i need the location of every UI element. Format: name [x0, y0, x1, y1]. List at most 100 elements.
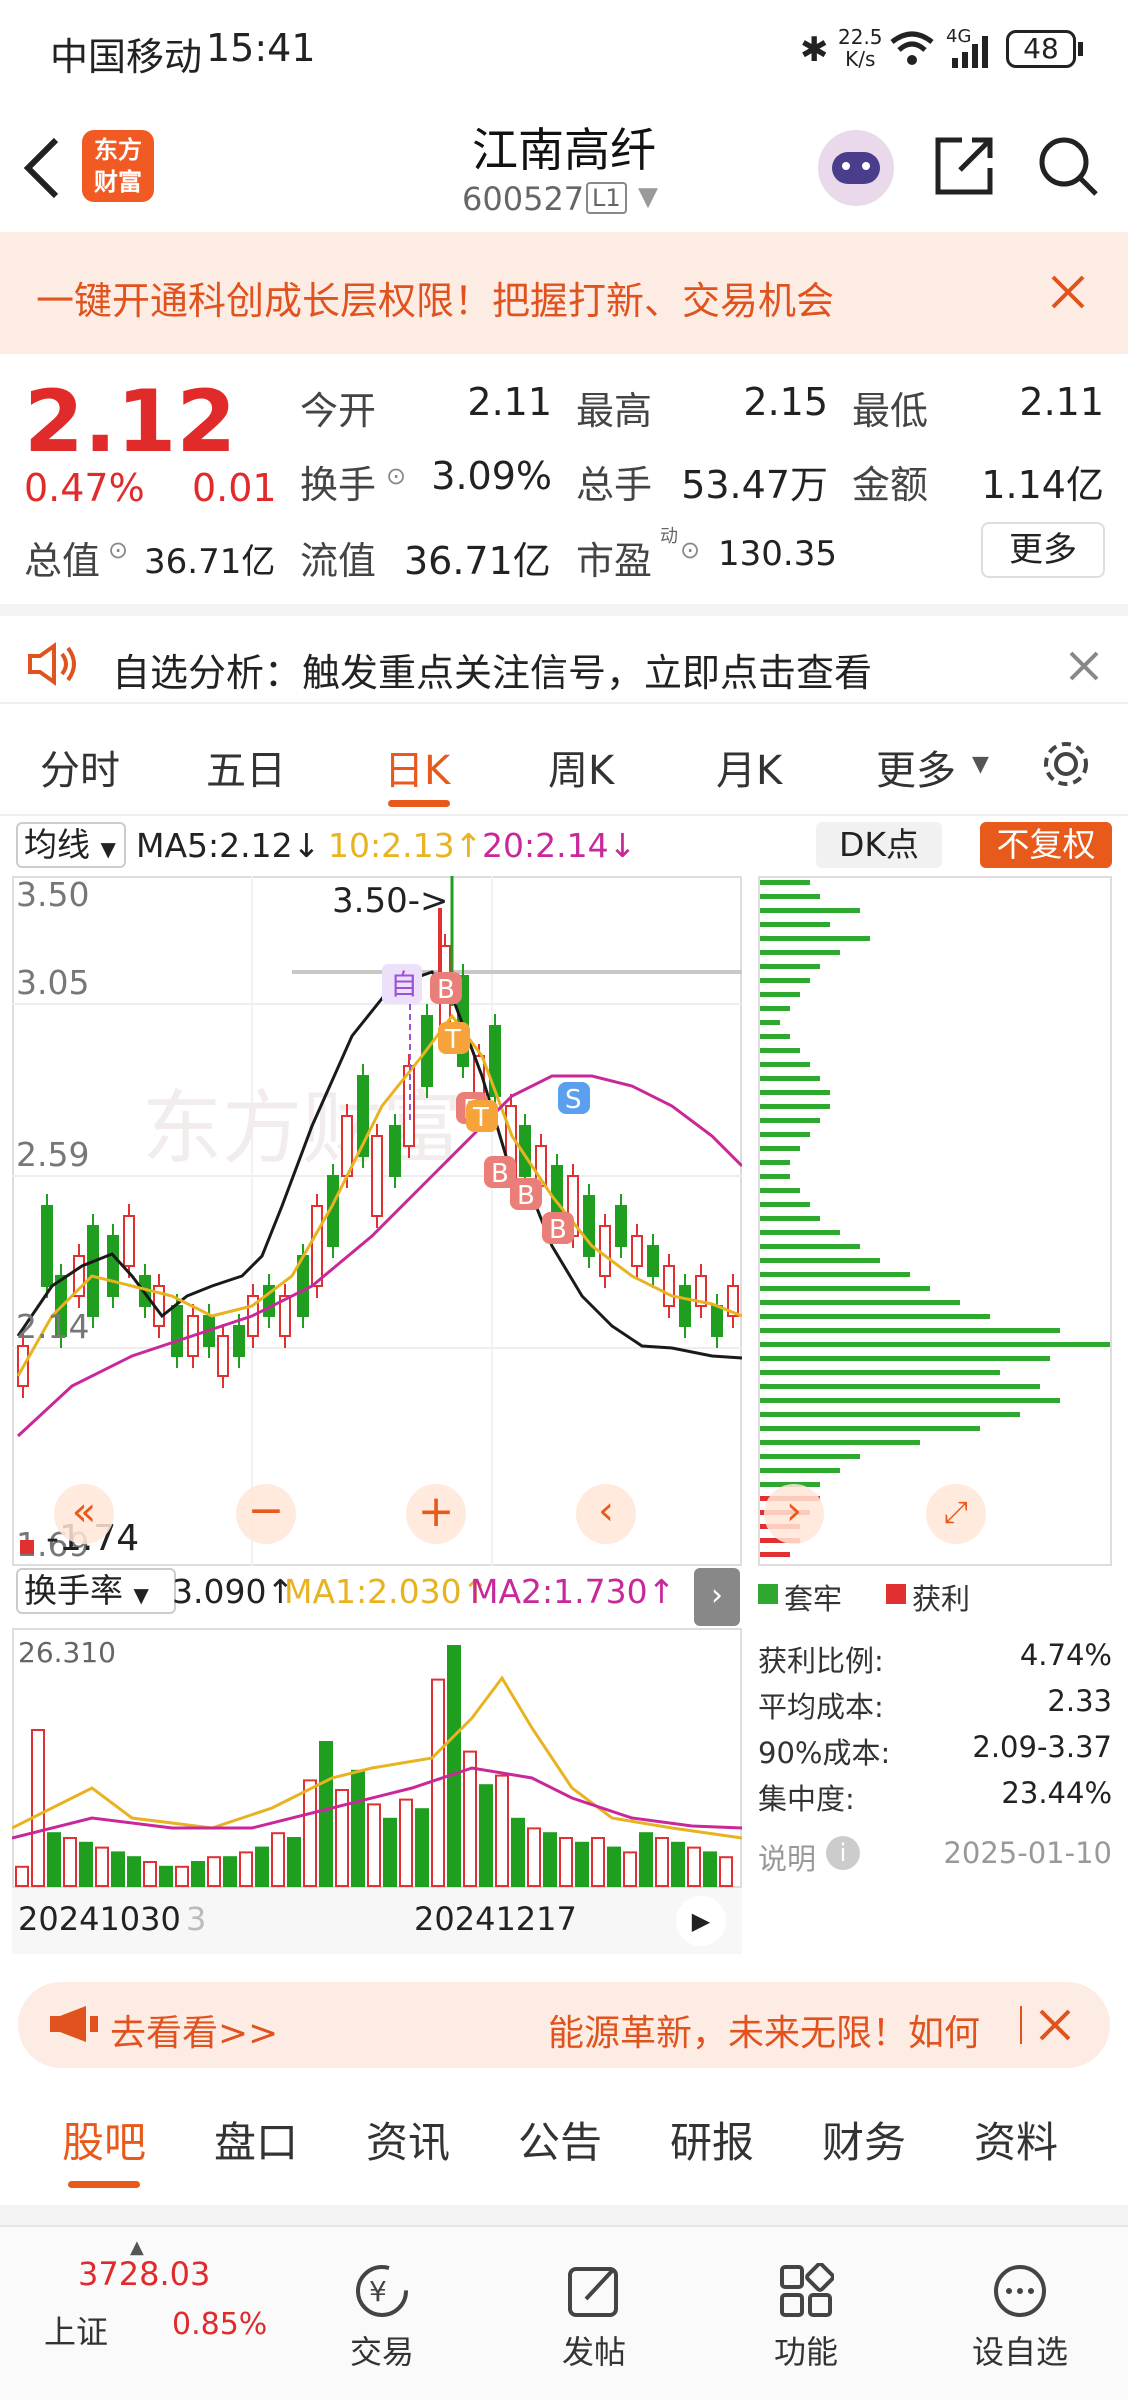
tab-research[interactable]: 研报 [670, 2109, 754, 2170]
info-icon[interactable]: ⊙ [386, 462, 406, 490]
chip-bar [760, 1258, 880, 1263]
candle [631, 1235, 643, 1267]
tab-weekly-k[interactable]: 周K [548, 738, 614, 796]
candle [371, 1135, 383, 1217]
turnover-label: 换手 [300, 463, 377, 507]
candle [711, 1305, 723, 1337]
chip-bar [760, 1202, 810, 1207]
volume-bar [255, 1846, 269, 1888]
volume-indicator-selector[interactable]: 换手率 ▼ [16, 1568, 176, 1614]
chip-bar [760, 1062, 810, 1067]
volume-bar [447, 1645, 461, 1887]
chip-distribution-chart[interactable] [758, 876, 1112, 1566]
tab-daily-k[interactable]: 日K [384, 738, 450, 796]
share-icon[interactable] [932, 134, 996, 198]
chip-bar [760, 1160, 790, 1165]
volume-bar [431, 1678, 445, 1887]
tab-pankou[interactable]: 盘口 [214, 2109, 298, 2170]
svg-text:T: T [472, 1103, 489, 1133]
volume-bar [591, 1837, 605, 1887]
explain-link[interactable]: 说明 [758, 1836, 816, 1878]
bottom-nav: ▲ 3728.03 上证 0.85% ¥ 交易 发帖 功能 设自选 [0, 2225, 1128, 2400]
expand-icon[interactable]: ⤢ [926, 1484, 986, 1544]
tab-profile[interactable]: 资料 [974, 2109, 1058, 2170]
promo-banner[interactable]: 一键开通科创成长层权限！把握打新、交易机会 [0, 232, 1128, 354]
index-value[interactable]: 3728.03 [78, 2255, 210, 2293]
play-icon[interactable]: ▶ [676, 1896, 726, 1946]
close-icon[interactable] [1068, 650, 1100, 682]
stat-value: 2.09-3.37 [972, 1730, 1112, 1764]
no-adjust-button[interactable]: 不复权 [980, 822, 1112, 868]
candle [217, 1335, 229, 1377]
index-change[interactable]: 0.85% [172, 2307, 267, 2342]
ad-link[interactable]: 去看看>> [110, 2004, 278, 2056]
expand-right-icon[interactable]: › [694, 1568, 740, 1626]
ad-strip[interactable]: 去看看>> 能源革新，未来无限！如何 [18, 1982, 1110, 2068]
ma10-value: 10:2.13↑ [328, 826, 483, 865]
chip-bar [760, 880, 810, 885]
analysis-notice[interactable]: 自选分析：触发重点关注信号，立即点击查看 [0, 604, 1128, 704]
turnover-chart[interactable]: 26.310 [12, 1628, 742, 1888]
search-icon[interactable] [1036, 134, 1100, 198]
chip-bar [760, 1216, 820, 1221]
volume-bar [15, 1865, 29, 1888]
tab-5day[interactable]: 五日 [206, 738, 286, 796]
volume-bar [63, 1837, 77, 1887]
back-arrow-icon[interactable] [20, 136, 64, 200]
tab-news[interactable]: 资讯 [366, 2109, 450, 2170]
rewind-button[interactable]: « [54, 1484, 114, 1544]
tab-finance[interactable]: 财务 [822, 2109, 906, 2170]
close-icon[interactable] [1038, 2008, 1072, 2042]
chip-bar [760, 1174, 790, 1179]
volume-bar [383, 1817, 397, 1887]
amount-value: 1.14亿 [981, 463, 1104, 507]
tab-more[interactable]: 更多 [876, 738, 956, 796]
info-icon[interactable]: ⊙ [108, 536, 128, 564]
turnover-ma2: MA2:1.730↑ [470, 1572, 676, 1611]
volume-bar [367, 1803, 381, 1887]
ma-selector[interactable]: 均线 ▼ [16, 822, 126, 868]
next-button[interactable]: › [764, 1484, 824, 1544]
amount-label: 金额 [852, 463, 929, 507]
tab-guba[interactable]: 股吧 [62, 2109, 146, 2170]
caret-down-icon[interactable]: ▼ [972, 752, 989, 777]
stock-header: 东方 财富 江南高纤 600527 L1 ▼ [0, 100, 1128, 232]
date-start: 20241030 [18, 1900, 181, 1938]
volume-bar [687, 1846, 701, 1888]
volume-bar [223, 1856, 237, 1887]
chip-bar [760, 1020, 780, 1025]
chip-bar [760, 1398, 1060, 1403]
date-start-tail: 3 [186, 1900, 207, 1938]
assistant-avatar[interactable] [818, 130, 894, 206]
chip-bar [760, 1244, 860, 1249]
volume-bar [671, 1841, 685, 1888]
gear-icon[interactable] [1038, 736, 1094, 792]
index-name[interactable]: 上证 [44, 2307, 108, 2353]
ma5-value: MA5:2.12↓ [136, 826, 321, 865]
kline-chart[interactable]: 东方财富 3.503.052.592.141.69 3.50-> 自 BTBTB… [12, 876, 742, 1566]
info-icon[interactable]: ⊙ [680, 536, 700, 564]
prev-button[interactable]: ‹ [576, 1484, 636, 1544]
tab-intraday[interactable]: 分时 [40, 738, 120, 796]
tab-announcements[interactable]: 公告 [518, 2109, 602, 2170]
volume-bar [351, 1769, 365, 1887]
more-button[interactable]: 更多 [981, 522, 1105, 578]
active-tab-underline [388, 800, 450, 807]
tab-monthly-k[interactable]: 月K [716, 738, 782, 796]
chip-bar [760, 1426, 980, 1431]
candle [679, 1285, 691, 1327]
chevron-down-icon[interactable]: ▼ [638, 182, 658, 212]
ma20-value: 20:2.14↓ [482, 826, 637, 865]
close-icon[interactable] [1050, 274, 1086, 310]
candle [123, 1215, 135, 1267]
chip-bar [760, 1468, 840, 1473]
svg-text:B: B [517, 1181, 535, 1211]
trade-icon: ¥ [356, 2265, 408, 2317]
turnover-indicator: 3.090↑ [172, 1572, 295, 1611]
volume-bar [655, 1837, 669, 1887]
chip-bar [760, 1328, 1060, 1333]
info-icon[interactable]: i [826, 1836, 860, 1870]
dk-point-button[interactable]: DK点 [816, 822, 942, 868]
zoom-out-button[interactable]: − [236, 1484, 296, 1544]
zoom-in-button[interactable]: + [406, 1484, 466, 1544]
